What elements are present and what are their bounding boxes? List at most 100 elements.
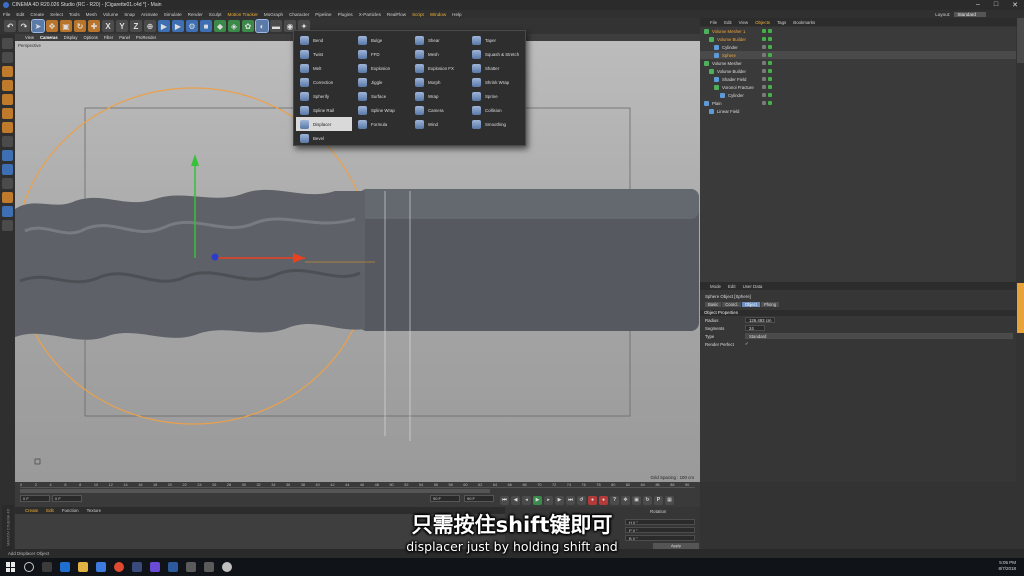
viewport-solo-icon[interactable] — [2, 164, 13, 175]
am-menu-edit[interactable]: Edit — [728, 284, 736, 289]
object-row-cylinder[interactable]: Cylinder — [700, 43, 1016, 51]
subdivision-surface-icon[interactable]: ◆ — [214, 20, 226, 32]
array-icon[interactable]: ◈ — [228, 20, 240, 32]
mograph-cloner-icon[interactable]: ✿ — [242, 20, 254, 32]
deformer-twist[interactable]: Twist — [296, 47, 352, 61]
menu-file[interactable]: File — [3, 12, 10, 17]
model-mode-icon[interactable] — [2, 52, 13, 63]
menu-motion-tracker[interactable]: Motion Tracker — [228, 12, 258, 17]
task-view-icon[interactable] — [42, 562, 52, 572]
om-menu-objects[interactable]: Objects — [755, 20, 770, 25]
preview-start-field[interactable]: 0 F — [52, 495, 82, 502]
edge-browser-icon[interactable] — [60, 562, 70, 572]
vp-menu-panel[interactable]: Panel — [119, 35, 130, 40]
timeline-range-slider[interactable] — [20, 489, 490, 493]
visibility-flags[interactable] — [762, 37, 772, 41]
app-icon-1[interactable] — [186, 562, 196, 572]
previous-key-icon[interactable]: ◀ — [511, 495, 520, 505]
chrome-icon[interactable] — [114, 562, 124, 572]
om-menu-view[interactable]: View — [739, 20, 748, 25]
visibility-flags[interactable] — [762, 45, 772, 49]
segments-field[interactable]: 24 — [745, 325, 765, 331]
deformer-morph[interactable]: Morph — [411, 75, 467, 89]
deformer-bend-icon[interactable]: ◐ — [255, 19, 269, 33]
visibility-flags[interactable] — [762, 29, 772, 33]
visibility-flags[interactable] — [762, 85, 772, 89]
render-settings-icon[interactable]: ⚙ — [186, 20, 198, 32]
tab-coord[interactable]: Coord. — [722, 302, 741, 307]
taskbar-clock[interactable]: 5:05 PM 8/7/2018 — [998, 560, 1016, 572]
object-row-volume-builder[interactable]: Volume Builder — [700, 35, 1016, 43]
go-to-end-icon[interactable]: ⏭ — [566, 495, 575, 505]
deformer-taper[interactable]: Taper — [468, 33, 524, 47]
menu-script[interactable]: Script — [412, 12, 424, 17]
om-menu-bookmarks[interactable]: Bookmarks — [793, 20, 815, 25]
loop-icon[interactable]: ↺ — [577, 495, 586, 505]
render-view-icon[interactable]: ▶ — [158, 20, 170, 32]
object-row-sphere[interactable]: Sphere — [700, 51, 1016, 59]
menu-help[interactable]: Help — [452, 12, 461, 17]
deformer-jiggle[interactable]: Jiggle — [354, 75, 410, 89]
render-perfect-checkbox[interactable]: ✓ — [745, 341, 749, 347]
deformer-spherify[interactable]: Spherify — [296, 89, 352, 103]
vp-menu-display[interactable]: Display — [64, 35, 78, 40]
radius-field[interactable]: 126.493 cm — [745, 317, 776, 323]
tab-object[interactable]: Object — [741, 302, 760, 307]
scale-icon[interactable]: ▣ — [60, 20, 72, 32]
windows-start-icon[interactable] — [6, 562, 16, 572]
deformer-displacer[interactable]: Displacer — [296, 117, 352, 131]
menu-tools[interactable]: Tools — [69, 12, 80, 17]
render-picture-viewer-icon[interactable]: ▶ — [172, 20, 184, 32]
vp-menu-cameras[interactable]: Cameras — [40, 35, 58, 40]
edges-mode-icon[interactable] — [2, 108, 13, 119]
cinema4d-taskbar-icon[interactable] — [132, 562, 142, 572]
object-row-volume-mesher-1[interactable]: Volume Mesher 1 — [700, 27, 1016, 35]
point-level-icon[interactable]: ▦ — [665, 495, 674, 505]
deformer-formula[interactable]: Formula — [354, 117, 410, 131]
start-frame-field[interactable]: 0 F — [20, 495, 50, 502]
rotation-key-icon[interactable]: ↻ — [643, 495, 652, 505]
preview-end-field[interactable]: 90 F — [430, 495, 460, 502]
undo-icon[interactable]: ↶ — [4, 20, 16, 32]
redo-icon[interactable]: ↷ — [18, 20, 30, 32]
deformer-bend[interactable]: Bend — [296, 33, 352, 47]
menu-animate[interactable]: Animate — [141, 12, 158, 17]
object-row-shader-field[interactable]: Shader Field — [700, 75, 1016, 83]
visibility-flags[interactable] — [762, 93, 772, 97]
position-key-icon[interactable]: ✥ — [621, 495, 630, 505]
floor-icon[interactable]: ▬ — [270, 20, 282, 32]
visibility-flags[interactable] — [762, 77, 772, 81]
deformer-mesh[interactable]: Mesh — [411, 47, 467, 61]
visibility-flags[interactable] — [762, 61, 772, 65]
close-icon[interactable]: ✕ — [1012, 1, 1018, 9]
rotate-icon[interactable]: ↻ — [74, 20, 86, 32]
vp-menu-view[interactable]: View — [25, 35, 34, 40]
cube-primitive-icon[interactable]: ■ — [200, 20, 212, 32]
tab-basic[interactable]: Basic — [705, 302, 722, 307]
visibility-flags[interactable] — [762, 101, 772, 105]
enable-snap-icon[interactable] — [2, 178, 13, 189]
planar-workplane-icon[interactable] — [2, 206, 13, 217]
locked-workplane-icon[interactable] — [2, 192, 13, 203]
om-menu-edit[interactable]: Edit — [724, 20, 732, 25]
deformer-surface[interactable]: Surface — [354, 89, 410, 103]
polygons-mode-icon[interactable] — [2, 122, 13, 133]
sculpt-brush-icon[interactable] — [2, 220, 13, 231]
om-menu-tags[interactable]: Tags — [777, 20, 786, 25]
object-row-voronoi-fracture[interactable]: Voronoi Fracture — [700, 83, 1016, 91]
timeline[interactable]: 0 2 4 6 8 10 12 14 16 18 20 22 24 26 28 30 32 34 36 38 40 42 4… — [15, 482, 700, 494]
object-row-volume-mesher[interactable]: Volume Mesher — [700, 59, 1016, 67]
menu-simulate[interactable]: Simulate — [164, 12, 182, 17]
deformer-melt[interactable]: Melt — [296, 61, 352, 75]
menu-render[interactable]: Render — [188, 12, 203, 17]
deformer-shatter[interactable]: Shatter — [468, 61, 524, 75]
y-axis-arrow[interactable] — [191, 154, 199, 166]
menu-realflow[interactable]: RealFlow — [387, 12, 406, 17]
record-icon[interactable]: ● — [588, 495, 597, 505]
object-row-plain[interactable]: Plain — [700, 99, 1016, 107]
points-mode-icon[interactable] — [2, 94, 13, 105]
visibility-flags[interactable] — [762, 69, 772, 73]
menu-plugins[interactable]: Plugins — [338, 12, 353, 17]
menu-x-particles[interactable]: X-Particles — [359, 12, 381, 17]
timeline-ruler[interactable]: 0 2 4 6 8 10 12 14 16 18 20 22 24 26 28 30 32 34 36 38 40 42 4… — [20, 483, 695, 488]
